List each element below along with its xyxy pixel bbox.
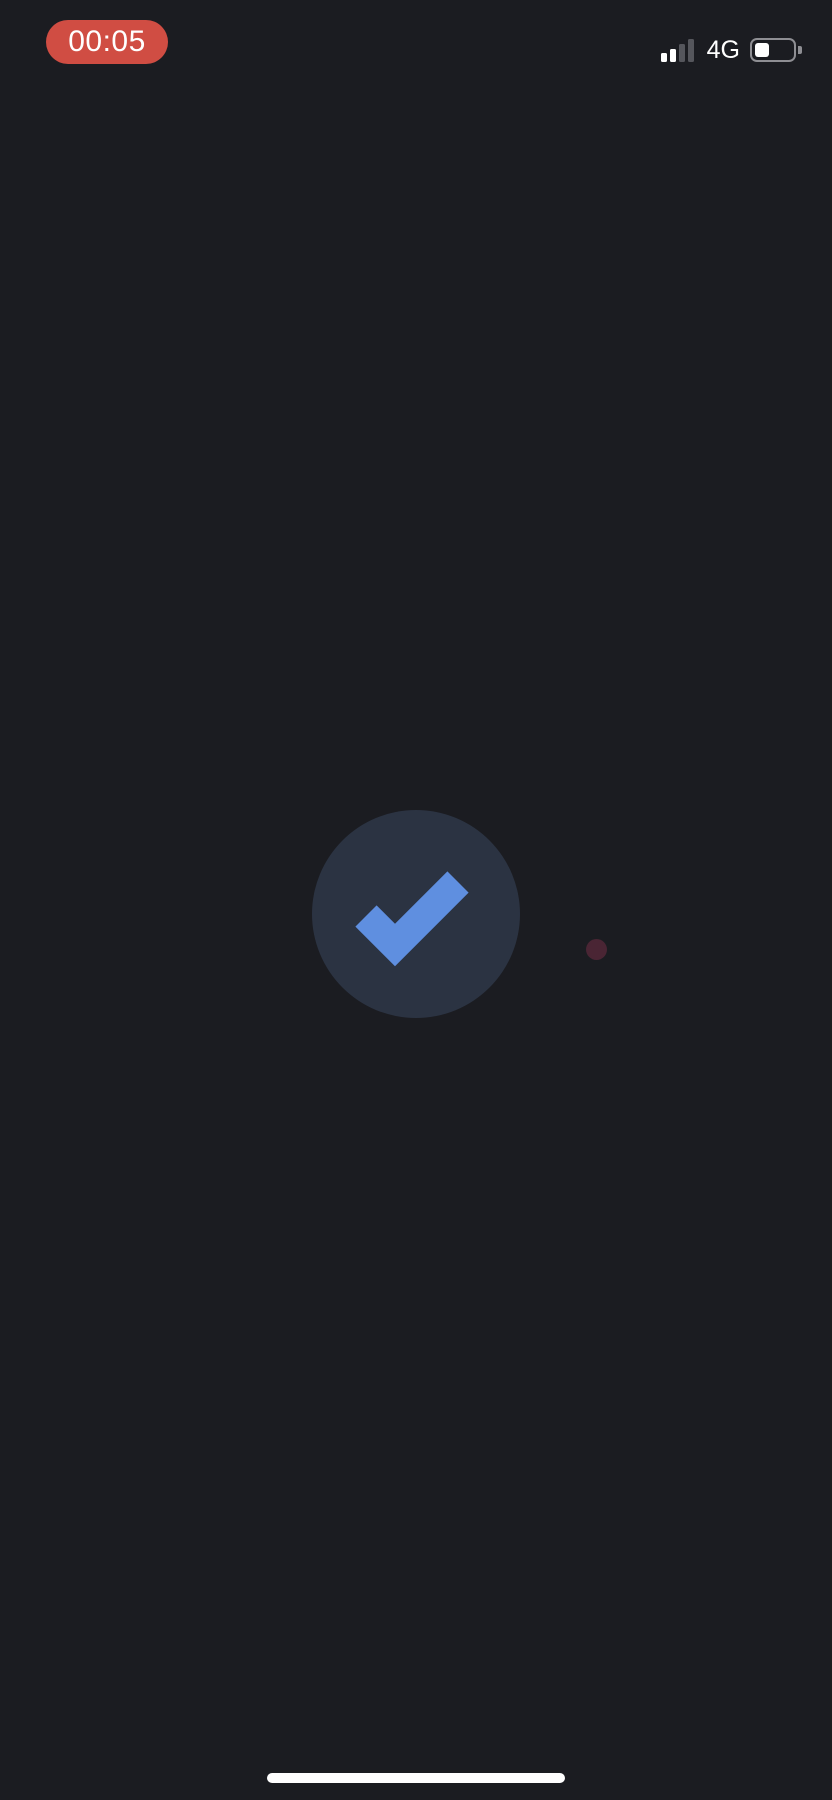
screen-recording-indicator[interactable]: 00:05: [46, 20, 168, 64]
checkmark-icon: [355, 871, 469, 967]
battery-cap: [798, 46, 802, 54]
home-indicator[interactable]: [267, 1773, 565, 1783]
signal-bar: [687, 39, 694, 62]
battery-level: [755, 43, 769, 57]
status-bar: 00:05 4G: [0, 0, 832, 100]
status-icons: 4G: [660, 34, 802, 66]
success-badge: [312, 810, 520, 1018]
touch-indicator: [586, 939, 607, 960]
network-type: 4G: [706, 36, 740, 64]
signal-bar: [678, 44, 685, 62]
cellular-signal-icon: [660, 38, 697, 62]
recording-time: 00:05: [68, 25, 146, 58]
signal-bar: [669, 49, 676, 62]
battery-icon: [750, 38, 796, 62]
signal-bar: [660, 53, 667, 62]
